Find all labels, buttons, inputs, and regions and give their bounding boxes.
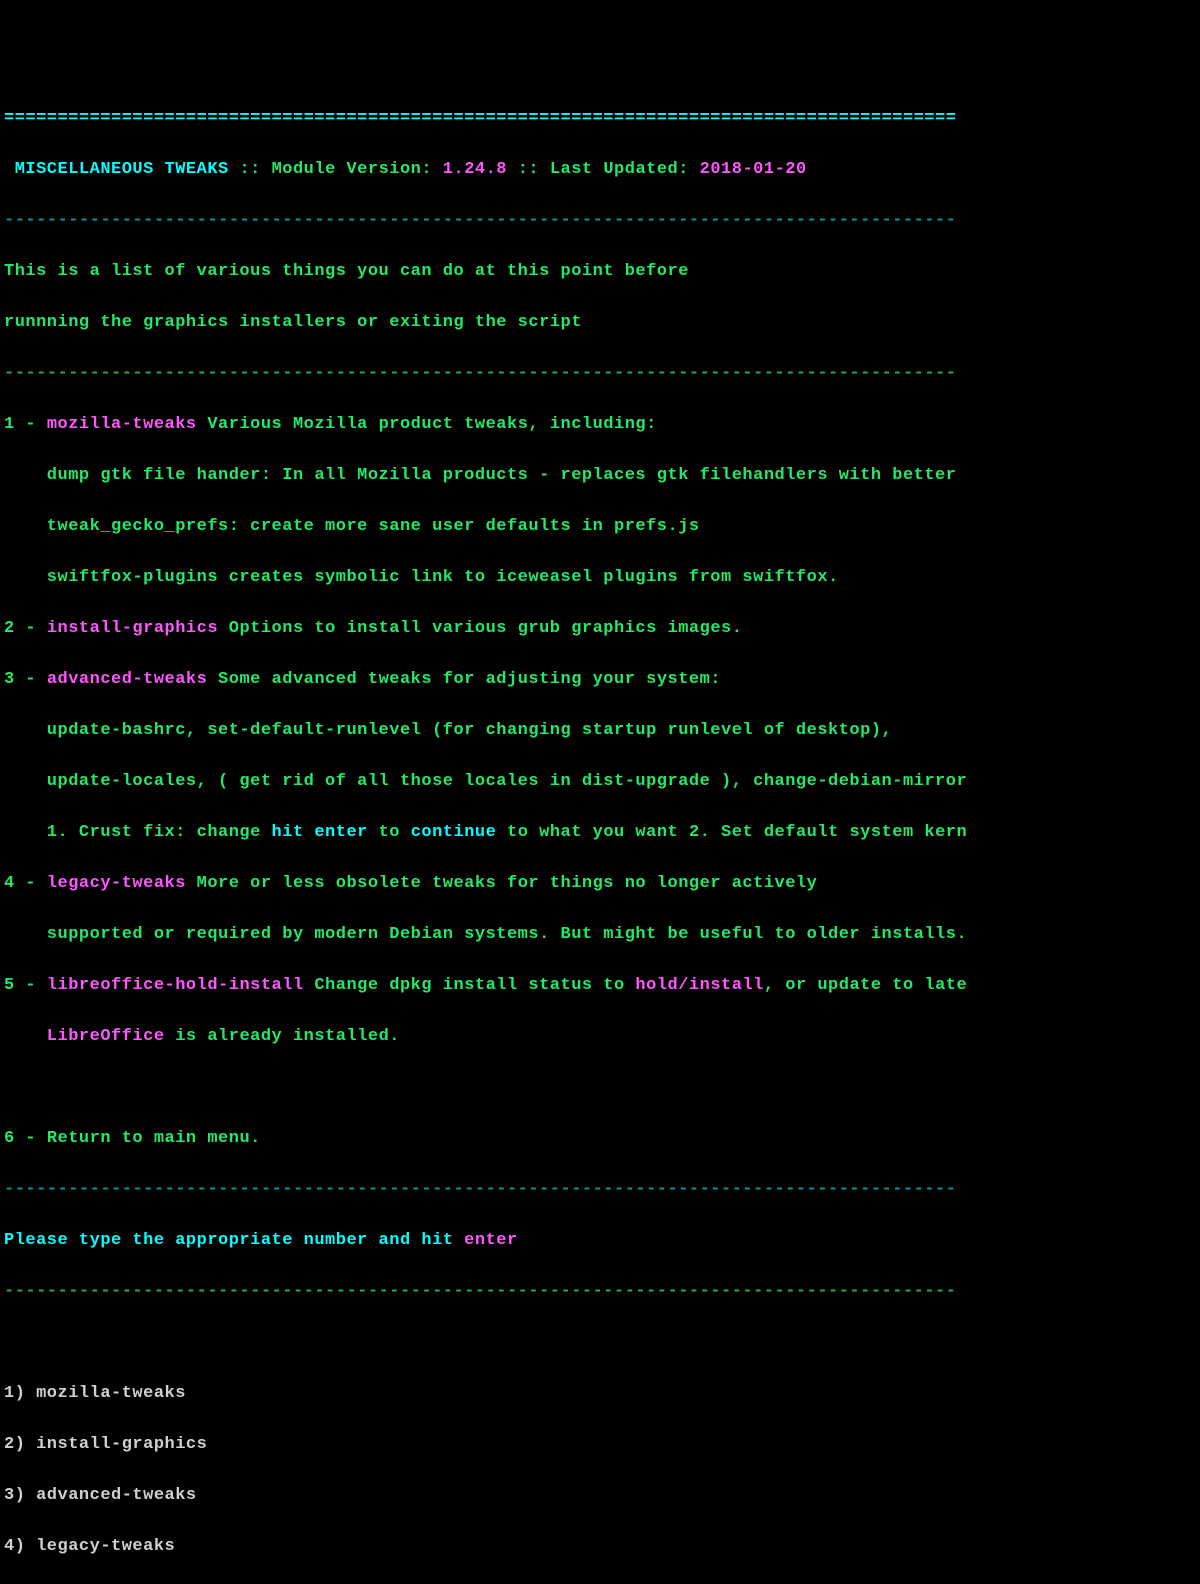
intro-line-2: runnning the graphics installers or exit… xyxy=(4,310,1196,336)
option-number: 5 xyxy=(4,976,15,995)
header-line: MISCELLANEOUS TWEAKS :: Module Version: … xyxy=(4,157,1196,183)
dash: - xyxy=(15,874,47,893)
option-6[interactable]: 6 - Return to main menu. xyxy=(4,1126,1196,1152)
option-4-sub: supported or required by modern Debian s… xyxy=(4,922,1196,948)
keyword: continue xyxy=(411,823,497,842)
option-desc: Some advanced tweaks for adjusting your … xyxy=(207,670,721,689)
option-3-sub: 1. Crust fix: change hit enter to contin… xyxy=(4,820,1196,846)
intro-line-1: This is a list of various things you can… xyxy=(4,259,1196,285)
version-label: Module Version: xyxy=(272,160,443,179)
dash: - xyxy=(15,1129,47,1148)
dash: - xyxy=(15,670,47,689)
option-number: 6 xyxy=(4,1129,15,1148)
option-name: libreoffice-hold-install xyxy=(47,976,304,995)
option-3-sub: update-bashrc, set-default-runlevel (for… xyxy=(4,718,1196,744)
keyword: LibreOffice xyxy=(4,1027,165,1046)
option-3[interactable]: 3 - advanced-tweaks Some advanced tweaks… xyxy=(4,667,1196,693)
option-number: 4 xyxy=(4,874,15,893)
prompt-text: Please type the appropriate number and h… xyxy=(4,1231,464,1250)
sep: :: xyxy=(507,160,550,179)
option-1-sub: dump gtk file hander: In all Mozilla pro… xyxy=(4,463,1196,489)
option-4[interactable]: 4 - legacy-tweaks More or less obsolete … xyxy=(4,871,1196,897)
text: to what you want 2. Set default system k… xyxy=(496,823,967,842)
menu-item-1[interactable]: 1) mozilla-tweaks xyxy=(4,1381,1196,1407)
prompt-keyword: enter xyxy=(464,1231,518,1250)
option-number: 1 xyxy=(4,415,15,434)
menu-item-2[interactable]: 2) install-graphics xyxy=(4,1432,1196,1458)
option-name: legacy-tweaks xyxy=(47,874,186,893)
option-number: 2 xyxy=(4,619,15,638)
option-name: install-graphics xyxy=(47,619,218,638)
menu-item-4[interactable]: 4) legacy-tweaks xyxy=(4,1534,1196,1560)
option-1-sub: swiftfox-plugins creates symbolic link t… xyxy=(4,565,1196,591)
prompt: Please type the appropriate number and h… xyxy=(4,1228,1196,1254)
blank xyxy=(4,1330,1196,1356)
module-title: MISCELLANEOUS TWEAKS xyxy=(4,160,229,179)
rule: ----------------------------------------… xyxy=(4,1177,1196,1203)
updated-label: Last Updated: xyxy=(550,160,700,179)
version-value: 1.24.8 xyxy=(443,160,507,179)
option-desc: Various Mozilla product tweaks, includin… xyxy=(197,415,657,434)
option-name: mozilla-tweaks xyxy=(47,415,197,434)
dash: - xyxy=(15,619,47,638)
option-2[interactable]: 2 - install-graphics Options to install … xyxy=(4,616,1196,642)
option-number: 3 xyxy=(4,670,15,689)
dash: - xyxy=(15,415,47,434)
menu-item-3[interactable]: 3) advanced-tweaks xyxy=(4,1483,1196,1509)
option-3-sub: update-locales, ( get rid of all those l… xyxy=(4,769,1196,795)
rule: ----------------------------------------… xyxy=(4,208,1196,234)
option-desc: Options to install various grub graphics… xyxy=(218,619,742,638)
dash: - xyxy=(15,976,47,995)
blank xyxy=(4,1075,1196,1101)
option-desc: Change dpkg install status to xyxy=(304,976,636,995)
option-1-sub: tweak_gecko_prefs: create more sane user… xyxy=(4,514,1196,540)
text: 1. Crust fix: change xyxy=(4,823,272,842)
option-desc: More or less obsolete tweaks for things … xyxy=(186,874,817,893)
option-5[interactable]: 5 - libreoffice-hold-install Change dpkg… xyxy=(4,973,1196,999)
rule: ----------------------------------------… xyxy=(4,1279,1196,1305)
option-5-sub: LibreOffice is already installed. xyxy=(4,1024,1196,1050)
keyword: hold/install xyxy=(635,976,763,995)
text: to xyxy=(368,823,411,842)
top-rule: ========================================… xyxy=(4,106,1196,132)
text: is already installed. xyxy=(165,1027,400,1046)
option-name: advanced-tweaks xyxy=(47,670,208,689)
option-1[interactable]: 1 - mozilla-tweaks Various Mozilla produ… xyxy=(4,412,1196,438)
sep: :: xyxy=(229,160,272,179)
option-desc: Return to main menu. xyxy=(47,1129,261,1148)
rule: ----------------------------------------… xyxy=(4,361,1196,387)
updated-value: 2018-01-20 xyxy=(700,160,807,179)
keyword: hit enter xyxy=(272,823,368,842)
option-desc: , or update to late xyxy=(764,976,967,995)
